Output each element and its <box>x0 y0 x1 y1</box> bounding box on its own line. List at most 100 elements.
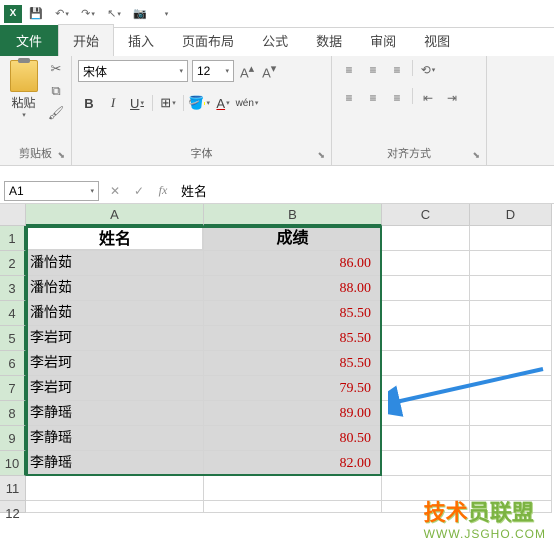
italic-button[interactable]: I <box>102 92 124 114</box>
cell[interactable]: 潘怡茹 <box>26 301 204 326</box>
cell[interactable] <box>382 451 470 476</box>
paste-button[interactable]: 粘贴 ▾ <box>6 60 41 119</box>
cell[interactable] <box>382 426 470 451</box>
cell[interactable] <box>382 301 470 326</box>
align-left-icon[interactable]: ≡ <box>338 88 360 108</box>
grow-font-icon[interactable]: A▴ <box>238 62 256 80</box>
camera-icon[interactable]: 📷 <box>128 2 152 26</box>
tab-review[interactable]: 审阅 <box>356 25 410 56</box>
font-name-select[interactable]: 宋体▾ <box>78 60 188 82</box>
cut-icon[interactable]: ✂ <box>47 60 65 78</box>
cell[interactable]: 成绩 <box>204 226 382 251</box>
shrink-font-icon[interactable]: A▾ <box>260 62 278 80</box>
launcher-icon[interactable]: ⬊ <box>317 150 325 161</box>
row-header[interactable]: 2 <box>0 251 26 276</box>
tab-layout[interactable]: 页面布局 <box>168 25 248 56</box>
cell[interactable] <box>470 451 552 476</box>
row-header[interactable]: 9 <box>0 426 26 451</box>
cell[interactable] <box>382 376 470 401</box>
launcher-icon[interactable]: ⬊ <box>57 150 65 161</box>
cell[interactable] <box>26 501 204 513</box>
tab-home[interactable]: 开始 <box>58 24 114 56</box>
fx-icon[interactable]: fx <box>151 181 175 201</box>
font-color-button[interactable]: A▾ <box>212 92 234 114</box>
cell[interactable] <box>470 301 552 326</box>
cell[interactable] <box>382 351 470 376</box>
align-center-icon[interactable]: ≡ <box>362 88 384 108</box>
cell[interactable] <box>470 251 552 276</box>
cell[interactable] <box>204 476 382 501</box>
tab-data[interactable]: 数据 <box>302 25 356 56</box>
cell[interactable]: 82.00 <box>204 451 382 476</box>
cell[interactable] <box>470 426 552 451</box>
spreadsheet[interactable]: A B C D 1姓名成绩2潘怡茹86.003潘怡茹88.004潘怡茹85.50… <box>0 204 554 513</box>
row-header[interactable]: 4 <box>0 301 26 326</box>
align-right-icon[interactable]: ≡ <box>386 88 408 108</box>
cancel-icon[interactable]: ✕ <box>103 181 127 201</box>
cell[interactable] <box>470 326 552 351</box>
select-all-corner[interactable] <box>0 204 26 226</box>
tab-insert[interactable]: 插入 <box>114 25 168 56</box>
formula-input[interactable] <box>175 181 554 201</box>
save-icon[interactable]: 💾 <box>24 2 48 26</box>
cell[interactable] <box>382 276 470 301</box>
row-header[interactable]: 11 <box>0 476 26 501</box>
cell[interactable]: 86.00 <box>204 251 382 276</box>
phonetic-button[interactable]: wén▾ <box>236 92 258 114</box>
tab-formulas[interactable]: 公式 <box>248 25 302 56</box>
cell[interactable]: 88.00 <box>204 276 382 301</box>
underline-button[interactable]: U▾ <box>126 92 148 114</box>
font-size-select[interactable]: 12▾ <box>192 60 234 82</box>
launcher-icon[interactable]: ⬊ <box>472 150 480 161</box>
border-button[interactable]: ⊞▾ <box>157 92 179 114</box>
enter-icon[interactable]: ✓ <box>127 181 151 201</box>
cell[interactable]: 85.50 <box>204 326 382 351</box>
row-header[interactable]: 8 <box>0 401 26 426</box>
qat-customize-icon[interactable]: ▾ <box>154 2 178 26</box>
cell[interactable] <box>470 226 552 251</box>
indent-increase-icon[interactable]: ⇥ <box>441 88 463 108</box>
tab-view[interactable]: 视图 <box>410 25 464 56</box>
cell[interactable]: 85.50 <box>204 351 382 376</box>
cell[interactable] <box>470 376 552 401</box>
cell[interactable] <box>470 276 552 301</box>
row-header[interactable]: 10 <box>0 451 26 476</box>
col-header-a[interactable]: A <box>26 204 204 226</box>
touch-mode-icon[interactable]: ↖▾ <box>102 2 126 26</box>
cell[interactable]: 李静瑶 <box>26 401 204 426</box>
row-header[interactable]: 7 <box>0 376 26 401</box>
cell[interactable] <box>470 401 552 426</box>
cell[interactable] <box>382 401 470 426</box>
row-header[interactable]: 3 <box>0 276 26 301</box>
cell[interactable]: 李岩珂 <box>26 376 204 401</box>
cell[interactable] <box>470 351 552 376</box>
row-header[interactable]: 12 <box>0 501 26 513</box>
cell[interactable] <box>204 501 382 513</box>
orientation-icon[interactable]: ⟲▾ <box>417 60 439 80</box>
name-box[interactable]: A1▾ <box>4 181 99 201</box>
cell[interactable]: 潘怡茹 <box>26 276 204 301</box>
fill-color-button[interactable]: 🪣▾ <box>188 92 210 114</box>
undo-icon[interactable]: ↶▾ <box>50 2 74 26</box>
cell[interactable]: 李岩珂 <box>26 351 204 376</box>
cell[interactable]: 李岩珂 <box>26 326 204 351</box>
tab-file[interactable]: 文件 <box>0 25 58 56</box>
cell[interactable]: 李静瑶 <box>26 451 204 476</box>
cell[interactable] <box>382 251 470 276</box>
cell[interactable]: 姓名 <box>26 226 204 251</box>
cell[interactable]: 80.50 <box>204 426 382 451</box>
row-header[interactable]: 6 <box>0 351 26 376</box>
col-header-b[interactable]: B <box>204 204 382 226</box>
indent-decrease-icon[interactable]: ⇤ <box>417 88 439 108</box>
redo-icon[interactable]: ↷▾ <box>76 2 100 26</box>
format-painter-icon[interactable]: 🖌 <box>47 104 65 122</box>
row-header[interactable]: 5 <box>0 326 26 351</box>
col-header-d[interactable]: D <box>470 204 552 226</box>
cell[interactable]: 79.50 <box>204 376 382 401</box>
copy-icon[interactable]: ⧉ <box>47 82 65 100</box>
bold-button[interactable]: B <box>78 92 100 114</box>
cell[interactable]: 85.50 <box>204 301 382 326</box>
row-header[interactable]: 1 <box>0 226 26 251</box>
col-header-c[interactable]: C <box>382 204 470 226</box>
cell[interactable]: 潘怡茹 <box>26 251 204 276</box>
